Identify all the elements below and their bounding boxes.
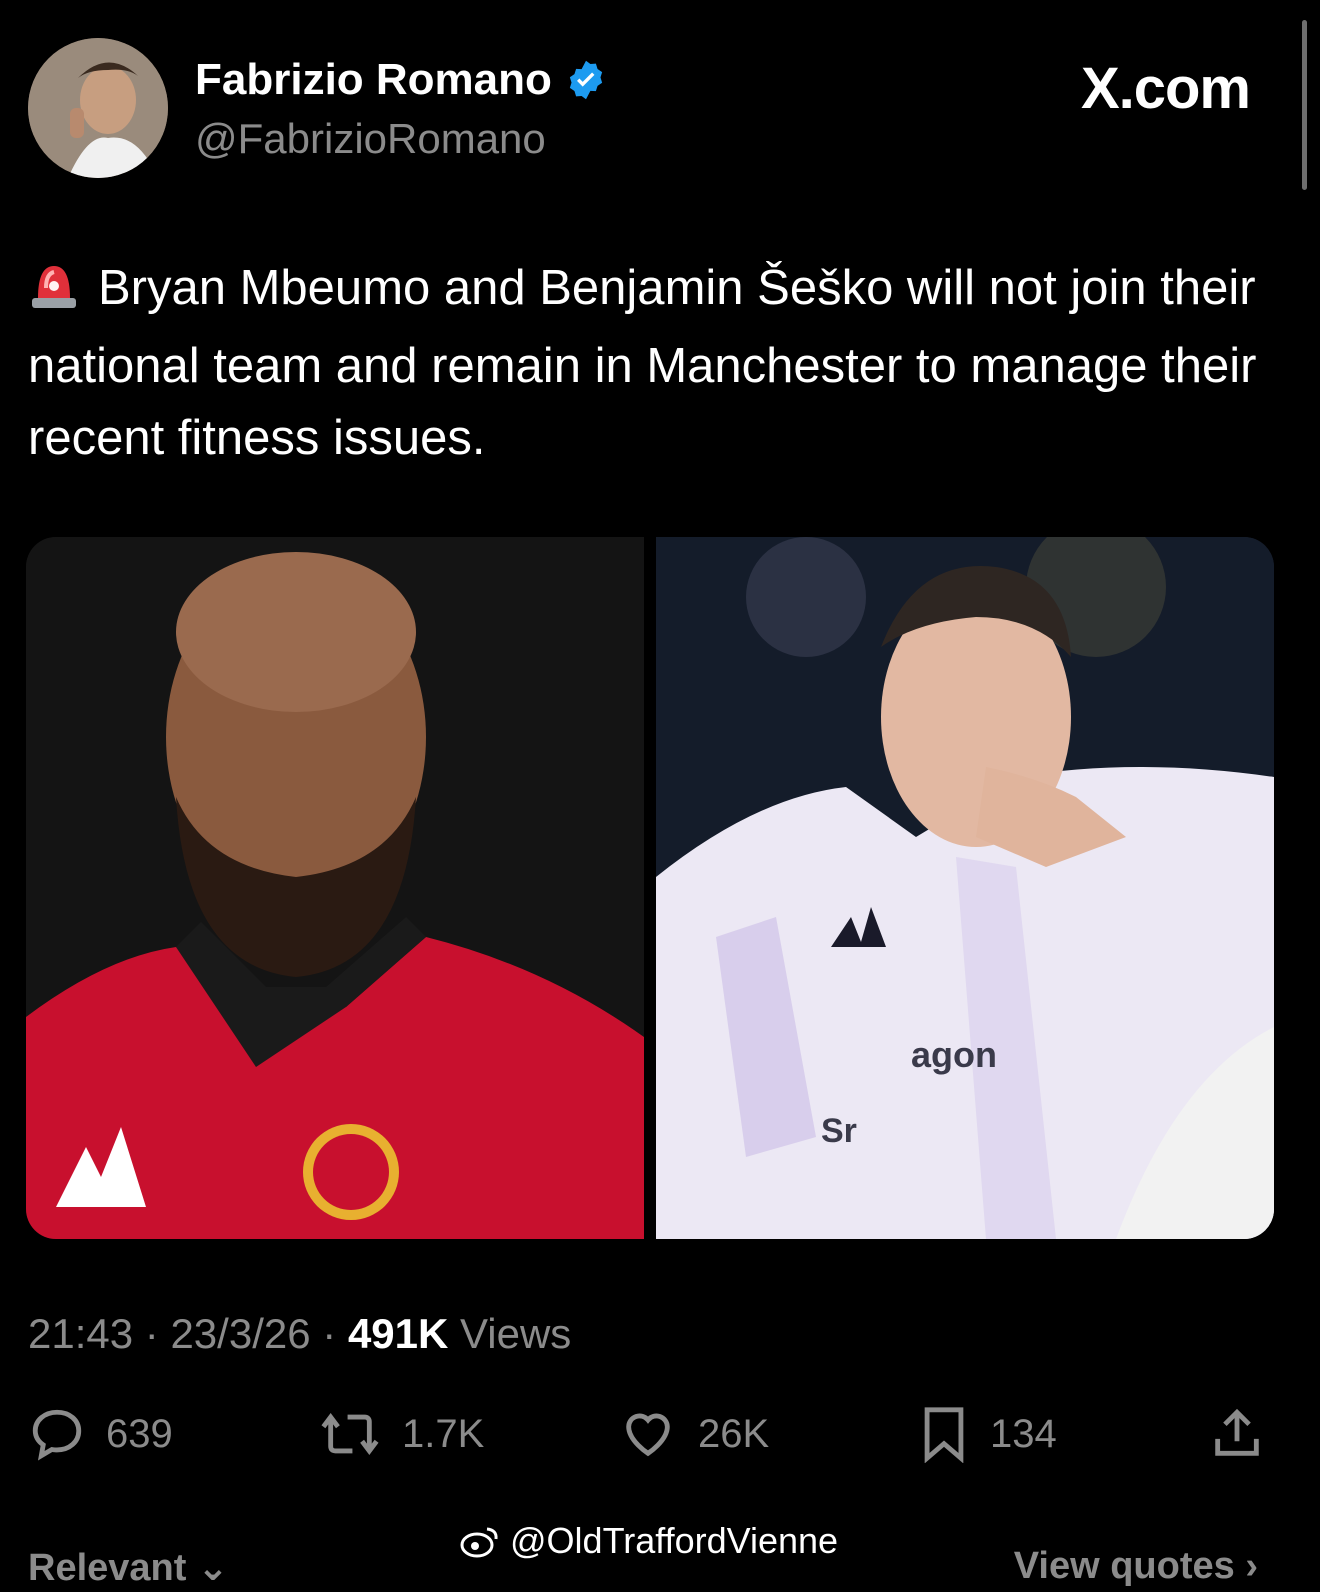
media-image-mbeumo[interactable] — [26, 537, 644, 1239]
weibo-watermark: @OldTraffordVienne — [460, 1520, 838, 1562]
meta-separator: · — [322, 1310, 337, 1357]
meta-separator: · — [144, 1310, 159, 1357]
tweet-date[interactable]: 23/3/26 — [170, 1310, 310, 1357]
weibo-icon — [460, 1527, 498, 1558]
reply-count: 639 — [106, 1411, 173, 1456]
media-image-sesko[interactable]: agon Sr — [656, 537, 1274, 1239]
scrollbar[interactable] — [1302, 20, 1307, 190]
watermark-text: @OldTraffordVienne — [510, 1520, 839, 1561]
action-bar: 639 1.7K 26K 134 — [28, 1405, 1268, 1475]
tweet-meta: 21:43 · 23/3/26 · 491K Views — [28, 1310, 571, 1358]
verified-badge-icon — [569, 60, 603, 100]
like-button[interactable]: 26K — [618, 1405, 769, 1463]
shirt-sponsor-text-2: Sr — [821, 1112, 857, 1150]
like-count: 26K — [698, 1411, 770, 1456]
bookmark-count: 134 — [990, 1411, 1057, 1456]
share-icon — [1215, 1408, 1259, 1456]
repost-icon — [321, 1413, 379, 1455]
views-label: Views — [460, 1310, 572, 1357]
media-grid[interactable]: agon Sr — [26, 537, 1274, 1239]
repost-count: 1.7K — [402, 1411, 485, 1456]
brand-logo: X.com — [1080, 56, 1251, 121]
tweet-time[interactable]: 21:43 — [28, 1310, 133, 1357]
repost-button[interactable]: 1.7K — [318, 1405, 484, 1463]
bookmark-button[interactable]: 134 — [918, 1405, 1057, 1463]
bookmark-icon — [924, 1407, 964, 1463]
view-quotes-link[interactable]: View quotes › — [1014, 1545, 1258, 1588]
author-handle[interactable]: @FabrizioRomano — [195, 115, 546, 163]
reply-icon — [32, 1409, 82, 1461]
views-count: 491K — [347, 1310, 449, 1357]
tweet-text: Bryan Mbeumo and Benjamin Šeško will not… — [28, 252, 1278, 474]
author-name-row[interactable]: Fabrizio Romano — [195, 55, 608, 105]
share-button[interactable] — [1208, 1405, 1266, 1463]
sort-relevant-button[interactable]: Relevant ⌄ — [28, 1545, 229, 1590]
siren-icon — [28, 258, 80, 330]
reply-button[interactable]: 639 — [28, 1405, 173, 1463]
heart-icon — [626, 1413, 670, 1457]
author-name[interactable]: Fabrizio Romano — [195, 55, 552, 105]
shirt-sponsor-text: agon — [911, 1034, 997, 1075]
tweet-body: Bryan Mbeumo and Benjamin Šeško will not… — [28, 261, 1257, 465]
avatar[interactable] — [28, 38, 168, 178]
